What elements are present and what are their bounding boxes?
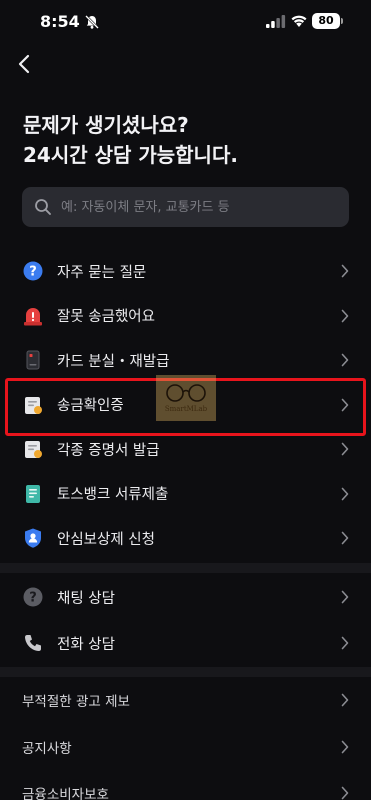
menu-item-wrong-transfer[interactable]: 잘못 송금했어요 <box>0 294 371 339</box>
menu-item-label: 전화 상담 <box>57 636 115 653</box>
phone-icon <box>22 632 44 654</box>
contact-menu: ? 채팅 상담 전화 상담 <box>0 574 371 666</box>
menu-item-label: 각종 증명서 발급 <box>57 442 160 459</box>
chevron-right-icon <box>341 487 349 501</box>
battery-icon: 80 <box>312 13 340 29</box>
svg-text:?: ? <box>29 591 37 606</box>
search-input[interactable] <box>61 199 341 215</box>
menu-item-label: 부적절한 광고 제보 <box>22 694 130 711</box>
glasses-icon <box>166 384 206 402</box>
menu-item-label: 자주 묻는 질문 <box>57 264 147 281</box>
menu-item-label: 잘못 송금했어요 <box>57 309 155 326</box>
menu-item-label: 안심보상제 신청 <box>57 531 155 548</box>
watermark: SmartMLab <box>156 375 216 421</box>
search-icon <box>35 199 51 215</box>
chevron-right-icon <box>341 693 349 707</box>
chevron-right-icon <box>341 353 349 367</box>
chat-question-icon: ? <box>22 586 44 608</box>
search-box[interactable] <box>22 187 349 227</box>
page-title: 문제가 생기셨나요? 24시간 상담 가능합니다. <box>23 110 353 170</box>
chevron-left-icon <box>18 54 30 74</box>
menu-item-notices[interactable]: 공지사항 <box>0 724 371 771</box>
menu-item-label: 공지사항 <box>22 740 72 757</box>
paper-icon <box>22 483 44 505</box>
status-time: 8:54 <box>40 12 80 31</box>
signal-icon <box>266 15 286 28</box>
section-divider <box>0 667 371 677</box>
siren-icon <box>22 305 44 327</box>
menu-item-ad-report[interactable]: 부적절한 광고 제보 <box>0 677 371 724</box>
menu-item-label: 토스뱅크 서류제출 <box>57 487 169 504</box>
menu-item-faq[interactable]: ? 자주 묻는 질문 <box>0 249 371 294</box>
chevron-right-icon <box>341 264 349 278</box>
svg-text:?: ? <box>29 265 37 280</box>
chevron-right-icon <box>341 531 349 545</box>
status-bar: 8:54 80 <box>0 0 371 46</box>
menu-item-consumer-protection[interactable]: 금융소비자보호 <box>0 770 371 800</box>
menu-item-safety-compensation[interactable]: 안심보상제 신청 <box>0 516 371 561</box>
menu-item-label: 금융소비자보호 <box>22 787 109 800</box>
menu-item-label: 카드 분실・재발급 <box>57 353 170 370</box>
title-line-1: 문제가 생기셨나요? <box>23 113 189 137</box>
document-icon <box>22 438 44 460</box>
battery-tip <box>341 18 343 24</box>
wifi-icon <box>291 15 307 27</box>
section-divider <box>0 563 371 573</box>
menu-item-chat-support[interactable]: ? 채팅 상담 <box>0 574 371 620</box>
chevron-right-icon <box>341 636 349 650</box>
chevron-right-icon <box>341 309 349 323</box>
menu-item-document-submit[interactable]: 토스뱅크 서류제출 <box>0 472 371 517</box>
back-button[interactable] <box>12 50 36 78</box>
chevron-right-icon <box>341 442 349 456</box>
shield-user-icon <box>22 527 44 549</box>
question-circle-icon: ? <box>22 260 44 282</box>
chevron-right-icon <box>341 740 349 754</box>
menu-item-phone-support[interactable]: 전화 상담 <box>0 620 371 666</box>
bell-off-icon <box>85 15 99 29</box>
chevron-right-icon <box>341 786 349 800</box>
info-menu: 부적절한 광고 제보 공지사항 금융소비자보호 <box>0 677 371 800</box>
chevron-right-icon <box>341 590 349 604</box>
watermark-text: SmartMLab <box>164 405 208 413</box>
title-line-2: 24시간 상담 가능합니다. <box>23 143 238 167</box>
card-icon <box>22 349 44 371</box>
menu-item-label: 채팅 상담 <box>57 590 115 607</box>
